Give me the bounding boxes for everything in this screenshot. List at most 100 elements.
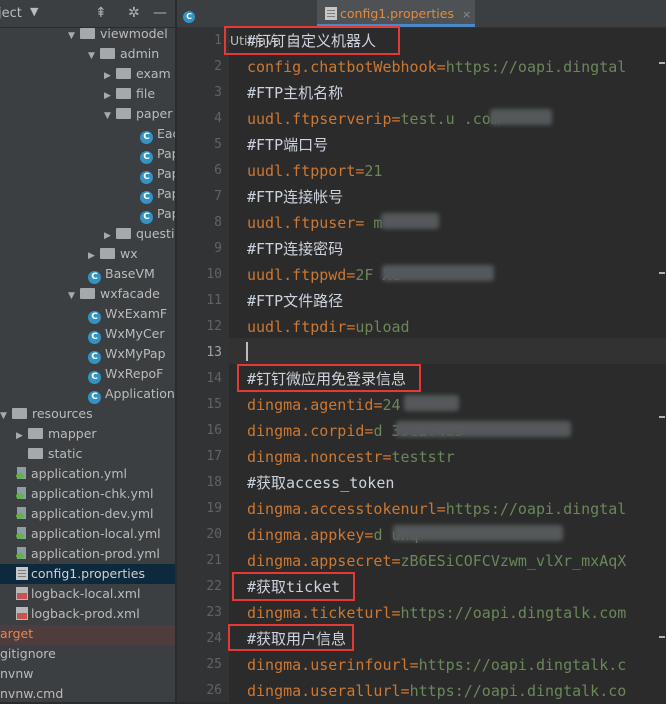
- property-key: dingma.accesstokenurl: [247, 500, 437, 518]
- property-key: dingma.corpid: [247, 422, 365, 440]
- tree-item-label: application-dev.yml: [31, 506, 154, 521]
- chevron-down-icon[interactable]: ▼: [88, 46, 100, 66]
- chevron-down-icon[interactable]: ▼: [30, 5, 38, 18]
- java-class-icon: C: [88, 331, 101, 344]
- redaction-blur: [490, 109, 552, 125]
- property-key: dingma.appsecret: [247, 552, 392, 570]
- tree-item-label: WxRepoF: [105, 366, 164, 381]
- chevron-down-icon[interactable]: ▼: [68, 26, 80, 46]
- gear-icon[interactable]: ✲: [128, 5, 140, 21]
- code-property-line: uudl.ftpuser= m: [247, 210, 382, 236]
- code-property-line: uudl.ftpdir=upload: [247, 314, 410, 340]
- equals-sign: =: [391, 604, 401, 622]
- line-number: 16: [206, 423, 222, 438]
- folder-icon: [80, 28, 95, 39]
- chevron-right-icon[interactable]: ▶: [104, 86, 116, 106]
- property-value: zB6ESiCOFCVzwm_vlXr_mxAqX: [400, 552, 627, 570]
- line-number: 5: [214, 137, 222, 152]
- chevron-down-icon[interactable]: ▼: [104, 106, 116, 126]
- java-class-icon: C: [88, 371, 101, 384]
- property-key: dingma.noncestr: [247, 448, 383, 466]
- property-key: dingma.appkey: [247, 526, 365, 544]
- annotation-box: [237, 364, 421, 392]
- equals-sign: =: [409, 656, 419, 674]
- tree-item-label: resources: [32, 406, 93, 421]
- chevron-right-icon[interactable]: ▶: [88, 246, 100, 266]
- code-property-line: dingma.userinfourl=https://oapi.dingtalk…: [247, 652, 626, 678]
- folder-icon: [100, 48, 115, 59]
- line-number: 21: [206, 553, 222, 568]
- tree-item-label: application-prod.yml: [31, 546, 160, 561]
- property-value: https://oapi.dingtal: [445, 58, 627, 76]
- tree-item-label: viewmodel: [100, 26, 168, 41]
- chevron-down-icon[interactable]: ▼: [0, 406, 12, 426]
- tree-item-label: paper: [136, 106, 173, 121]
- chevron-right-icon[interactable]: ▶: [16, 426, 28, 446]
- tree-item-label: logback-prod.xml: [31, 606, 140, 621]
- project-title[interactable]: ject: [0, 6, 22, 21]
- folder-icon: [116, 68, 131, 79]
- code-comment-line: #FTP文件路径: [247, 292, 344, 310]
- java-class-icon: C: [140, 171, 153, 184]
- redaction-blur: [396, 421, 571, 437]
- property-key: dingma.agentid: [247, 396, 374, 414]
- tree-item-label: exam: [136, 66, 171, 81]
- tree-item-label: Pap: [157, 186, 175, 201]
- folder-icon: [28, 428, 43, 439]
- tree-item-label: wxfacade: [100, 286, 160, 301]
- java-class-icon: C: [140, 151, 153, 164]
- yaml-file-icon: [16, 547, 28, 560]
- code-property-line: dingma.accesstokenurl=https://oapi.dingt…: [247, 496, 626, 522]
- property-key: uudl.ftpuser: [247, 214, 356, 232]
- tree-item-label: WxExamF: [105, 306, 168, 321]
- line-number: 22: [206, 579, 222, 594]
- java-class-icon: C: [183, 11, 195, 23]
- property-value: 21: [364, 162, 383, 180]
- tree-item-label: config1.properties: [31, 566, 145, 581]
- redaction-blur: [393, 525, 563, 541]
- property-key: uudl.ftppwd: [247, 266, 347, 284]
- line-number: 4: [214, 111, 222, 126]
- line-number: 9: [214, 241, 222, 256]
- close-icon[interactable]: ×: [462, 8, 471, 21]
- annotation-box: [224, 26, 400, 55]
- annotation-box: [228, 624, 354, 651]
- property-value: https://oapi.dingtalk.com: [400, 604, 627, 622]
- property-key: dingma.userinfourl: [247, 656, 410, 674]
- tree-item-label: BaseVM: [105, 266, 155, 281]
- tree-item-label: arget: [0, 626, 34, 641]
- folder-icon: [116, 228, 131, 239]
- folder-icon: [116, 88, 131, 99]
- folder-icon: [100, 248, 115, 259]
- tree-item[interactable]: config1.properties: [0, 564, 175, 584]
- tree-item-label: nvnw.cmd: [0, 686, 64, 701]
- yaml-file-icon: [16, 507, 28, 520]
- line-number: 14: [206, 371, 222, 386]
- chevron-right-icon[interactable]: ▶: [104, 66, 116, 86]
- code-property-line: dingma.agentid=24: [247, 392, 401, 418]
- hide-panel-icon[interactable]: —: [153, 5, 167, 21]
- redaction-blur: [382, 265, 494, 281]
- property-value: m: [364, 214, 383, 232]
- tab-qrcodeutil[interactable]: CQrCodeUtil.java ×: [183, 0, 315, 48]
- xml-file-icon: [16, 607, 28, 620]
- property-value: https://oapi.dingtalk.co: [409, 682, 627, 700]
- line-number: 1: [214, 33, 222, 48]
- code-comment-line: #FTP端口号: [247, 136, 329, 154]
- property-key: uudl.ftpserverip: [247, 110, 392, 128]
- chevron-down-icon[interactable]: ▼: [68, 286, 80, 306]
- property-key: uudl.ftpport: [247, 162, 356, 180]
- property-value: 24: [382, 396, 401, 414]
- tree-item-label: Pap: [157, 146, 175, 161]
- code-property-line: dingma.userallurl=https://oapi.dingtalk.…: [247, 678, 626, 702]
- tree-item-label: questi: [136, 226, 175, 241]
- chevron-right-icon[interactable]: ▶: [104, 226, 116, 246]
- editor-scrollbar[interactable]: [659, 28, 666, 702]
- tab-config1-properties[interactable]: config1.properties ×: [317, 0, 475, 27]
- tree-item-label: Eac: [157, 126, 175, 141]
- line-number: 24: [206, 631, 222, 646]
- collapse-all-icon[interactable]: ⇞: [95, 5, 107, 21]
- code-comment-line: #获取access_token: [247, 474, 395, 492]
- java-class-icon: C: [88, 311, 101, 324]
- code-property-line: dingma.ticketurl=https://oapi.dingtalk.c…: [247, 600, 626, 626]
